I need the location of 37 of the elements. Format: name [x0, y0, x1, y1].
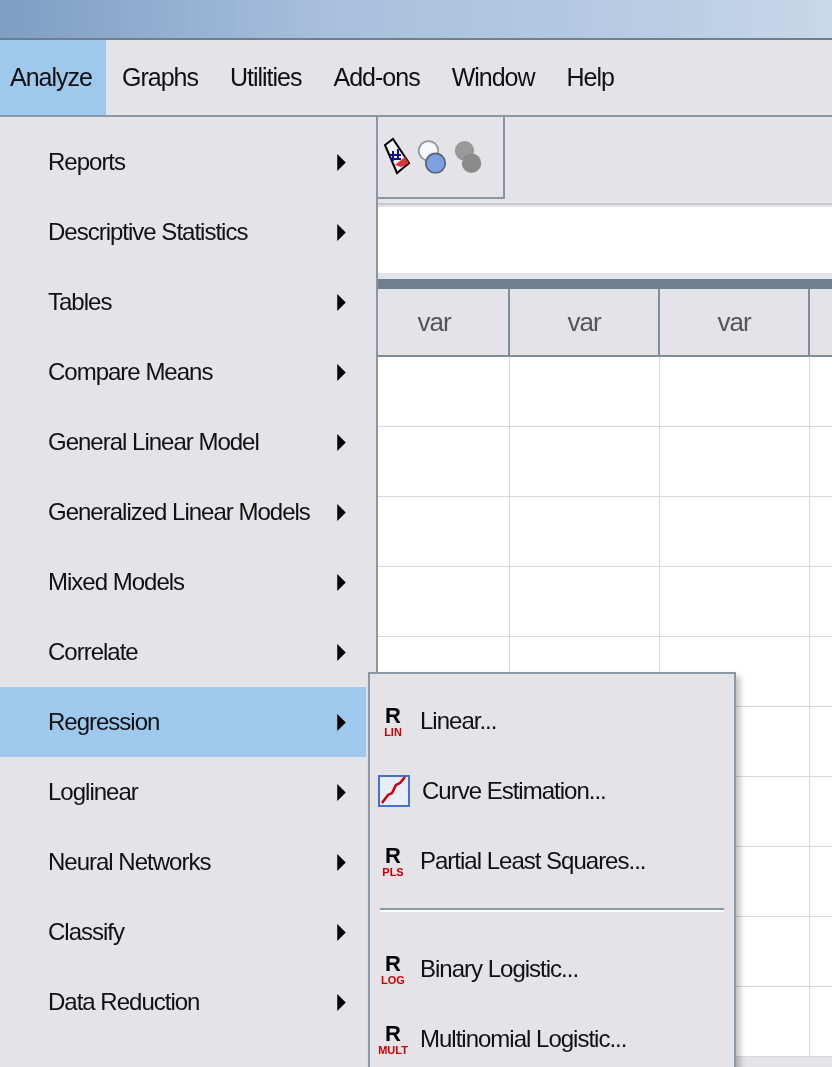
- menu-item[interactable]: Classify: [0, 897, 366, 967]
- menu-item-label: Classify: [48, 918, 126, 946]
- regression-icon: R LOG: [378, 952, 408, 986]
- menu-item-label: Mixed Models: [48, 568, 186, 596]
- menu-item-label: Generalized Linear Models: [48, 498, 311, 526]
- menu-item[interactable]: Loglinear: [0, 757, 366, 827]
- menu-item-label: General Linear Model: [48, 428, 260, 456]
- menu-item[interactable]: Neural Networks: [0, 827, 366, 897]
- column-header[interactable]: var: [660, 289, 810, 357]
- menu-item-label: Data Reduction: [48, 988, 201, 1016]
- menu-item[interactable]: Window: [435, 40, 551, 115]
- menu-item[interactable]: Generalized Linear Models: [0, 477, 366, 547]
- menu-item-label: Reports: [48, 148, 127, 176]
- menu-item[interactable]: Regression: [0, 687, 366, 757]
- menu-item[interactable]: Mixed Models: [0, 547, 366, 617]
- menu-item-label: Tables: [48, 288, 113, 316]
- menu-item[interactable]: Curve Estimation...: [370, 756, 734, 826]
- menu-item-label: Regression: [48, 708, 161, 736]
- menu-item[interactable]: Descriptive Statistics: [0, 197, 366, 267]
- menu-item-label: Compare Means: [48, 358, 214, 386]
- menu-item[interactable]: Reports: [0, 127, 366, 197]
- menu-item-label: Descriptive Statistics: [48, 218, 249, 246]
- menu-item[interactable]: Graphs: [105, 40, 214, 115]
- regression-icon: R MULT: [378, 1022, 408, 1056]
- regression-icon: R PLS: [378, 844, 408, 878]
- menu-item[interactable]: Correlate: [0, 617, 366, 687]
- menu-item[interactable]: Help: [550, 40, 630, 115]
- menu-item-label: Loglinear: [48, 778, 140, 806]
- menu-item[interactable]: Add-ons: [317, 40, 436, 115]
- menu-item-label: Neural Networks: [48, 848, 212, 876]
- menu-item[interactable]: Data Reduction: [0, 967, 366, 1037]
- menu-item[interactable]: Analyze: [0, 40, 106, 115]
- menu-item[interactable]: General Linear Model: [0, 407, 366, 477]
- menu-item-label: Correlate: [48, 638, 139, 666]
- menu-item[interactable]: Utilities: [213, 40, 318, 115]
- column-header[interactable]: var: [510, 289, 660, 357]
- regression-icon: R LIN: [378, 704, 408, 738]
